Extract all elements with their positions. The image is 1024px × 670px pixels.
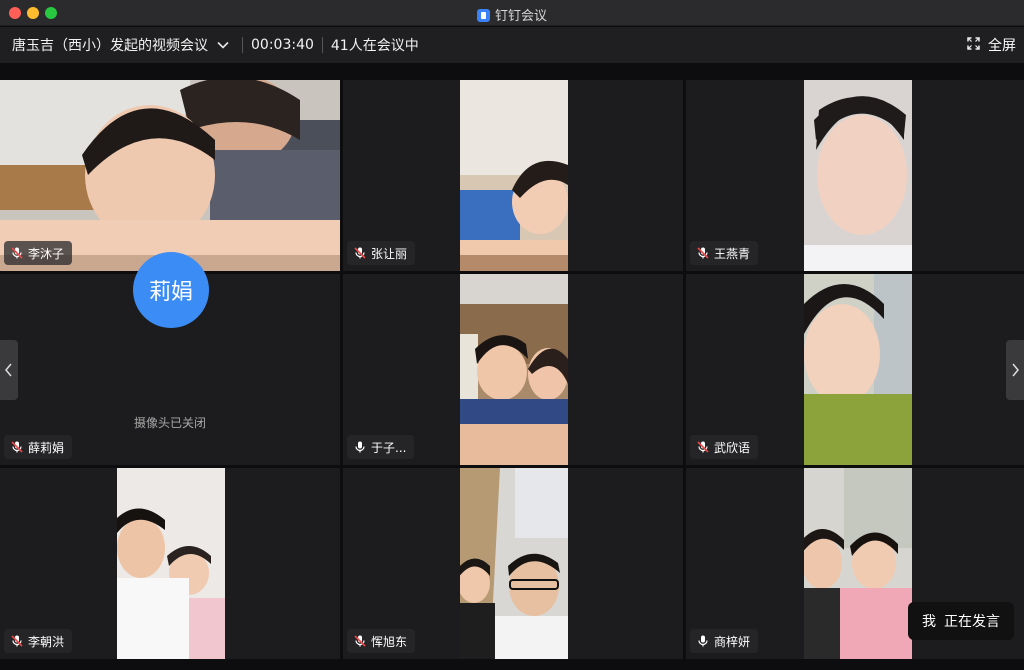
participant-name-tag: 恽旭东 (347, 629, 416, 653)
chevron-right-icon (1012, 363, 1019, 377)
participant-name: 张让丽 (371, 246, 408, 261)
fullscreen-label: 全屏 (988, 38, 1016, 54)
speaking-status: 正在发言 (944, 614, 1000, 630)
participant-name: 薛莉娟 (28, 440, 65, 455)
chevron-down-icon[interactable] (216, 38, 230, 52)
participant-name-tag: 张让丽 (347, 241, 416, 265)
participant-tile[interactable]: 恽旭东 (343, 468, 683, 659)
participant-name-tag: 李朝洪 (4, 629, 73, 653)
participant-tile[interactable]: 于子... (343, 274, 683, 465)
participant-name: 李朝洪 (28, 634, 65, 649)
participant-name: 王燕青 (714, 246, 751, 261)
camera-off-text: 摄像头已关闭 (133, 416, 206, 430)
participant-name: 李沐子 (28, 246, 65, 261)
mic-muted-icon (696, 440, 710, 454)
participant-name: 于子... (371, 440, 407, 455)
mic-icon (353, 440, 367, 454)
participant-tile[interactable]: 张让丽 (343, 80, 683, 271)
meeting-toolbar: 唐玉吉（西小）发起的视频会议 00:03:40 41人在会议中 全屏 (0, 27, 1024, 63)
participant-tile[interactable]: 武欣语 (686, 274, 1024, 465)
mic-muted-icon (10, 246, 24, 260)
participant-tile[interactable]: 李沐子 (0, 80, 340, 271)
participant-name: 武欣语 (714, 440, 751, 455)
participant-name: 恽旭东 (371, 634, 408, 649)
fullscreen-button[interactable]: 全屏 (967, 35, 1016, 55)
participant-name-tag: 王燕青 (690, 241, 759, 265)
toolbar-divider (242, 37, 243, 53)
participant-tile[interactable]: 王燕青 (686, 80, 1024, 271)
participant-name-tag: 于子... (347, 435, 415, 459)
participant-name-tag: 武欣语 (690, 435, 759, 459)
mic-muted-icon (353, 634, 367, 648)
fullscreen-icon (967, 36, 980, 54)
app-title: 钉钉会议 (0, 5, 1024, 24)
participant-count[interactable]: 41人在会议中 (331, 35, 419, 55)
participant-name-tag: 薛莉娟 (4, 435, 73, 459)
participant-name-tag: 李沐子 (4, 241, 73, 265)
participant-video (460, 274, 568, 465)
mic-muted-icon (10, 440, 24, 454)
participant-name: 商梓妍 (714, 634, 751, 649)
avatar: 莉娟 (133, 252, 209, 328)
participant-tile[interactable]: 李朝洪 (0, 468, 340, 659)
participant-video (460, 468, 568, 659)
participant-video (460, 80, 568, 271)
participant-video (804, 80, 912, 271)
dingtalk-logo-icon (476, 9, 490, 22)
previous-page-button[interactable] (0, 340, 18, 400)
meeting-timer: 00:03:40 (251, 37, 314, 53)
app-title-text: 钉钉会议 (494, 9, 547, 24)
mic-muted-icon (10, 634, 24, 648)
chevron-left-icon (5, 363, 12, 377)
participant-video (117, 468, 225, 659)
mic-muted-icon (696, 246, 710, 260)
speaking-who: 我 (922, 614, 936, 630)
window-titlebar: 钉钉会议 (0, 0, 1024, 26)
mic-muted-icon (353, 246, 367, 260)
video-grid: 李沐子 张让丽 王燕青 薛莉娟 于子... 武欣语 李朝洪 恽旭东 商梓妍 (0, 80, 1024, 660)
speaking-indicator: 我 正在发言 (908, 602, 1014, 640)
toolbar-divider (321, 37, 323, 53)
mic-icon (696, 634, 710, 648)
next-page-button[interactable] (1006, 340, 1024, 400)
participant-video (804, 468, 912, 659)
participant-name-tag: 商梓妍 (690, 629, 759, 653)
meeting-title[interactable]: 唐玉吉（西小）发起的视频会议 (12, 35, 208, 55)
participant-video (804, 274, 912, 465)
